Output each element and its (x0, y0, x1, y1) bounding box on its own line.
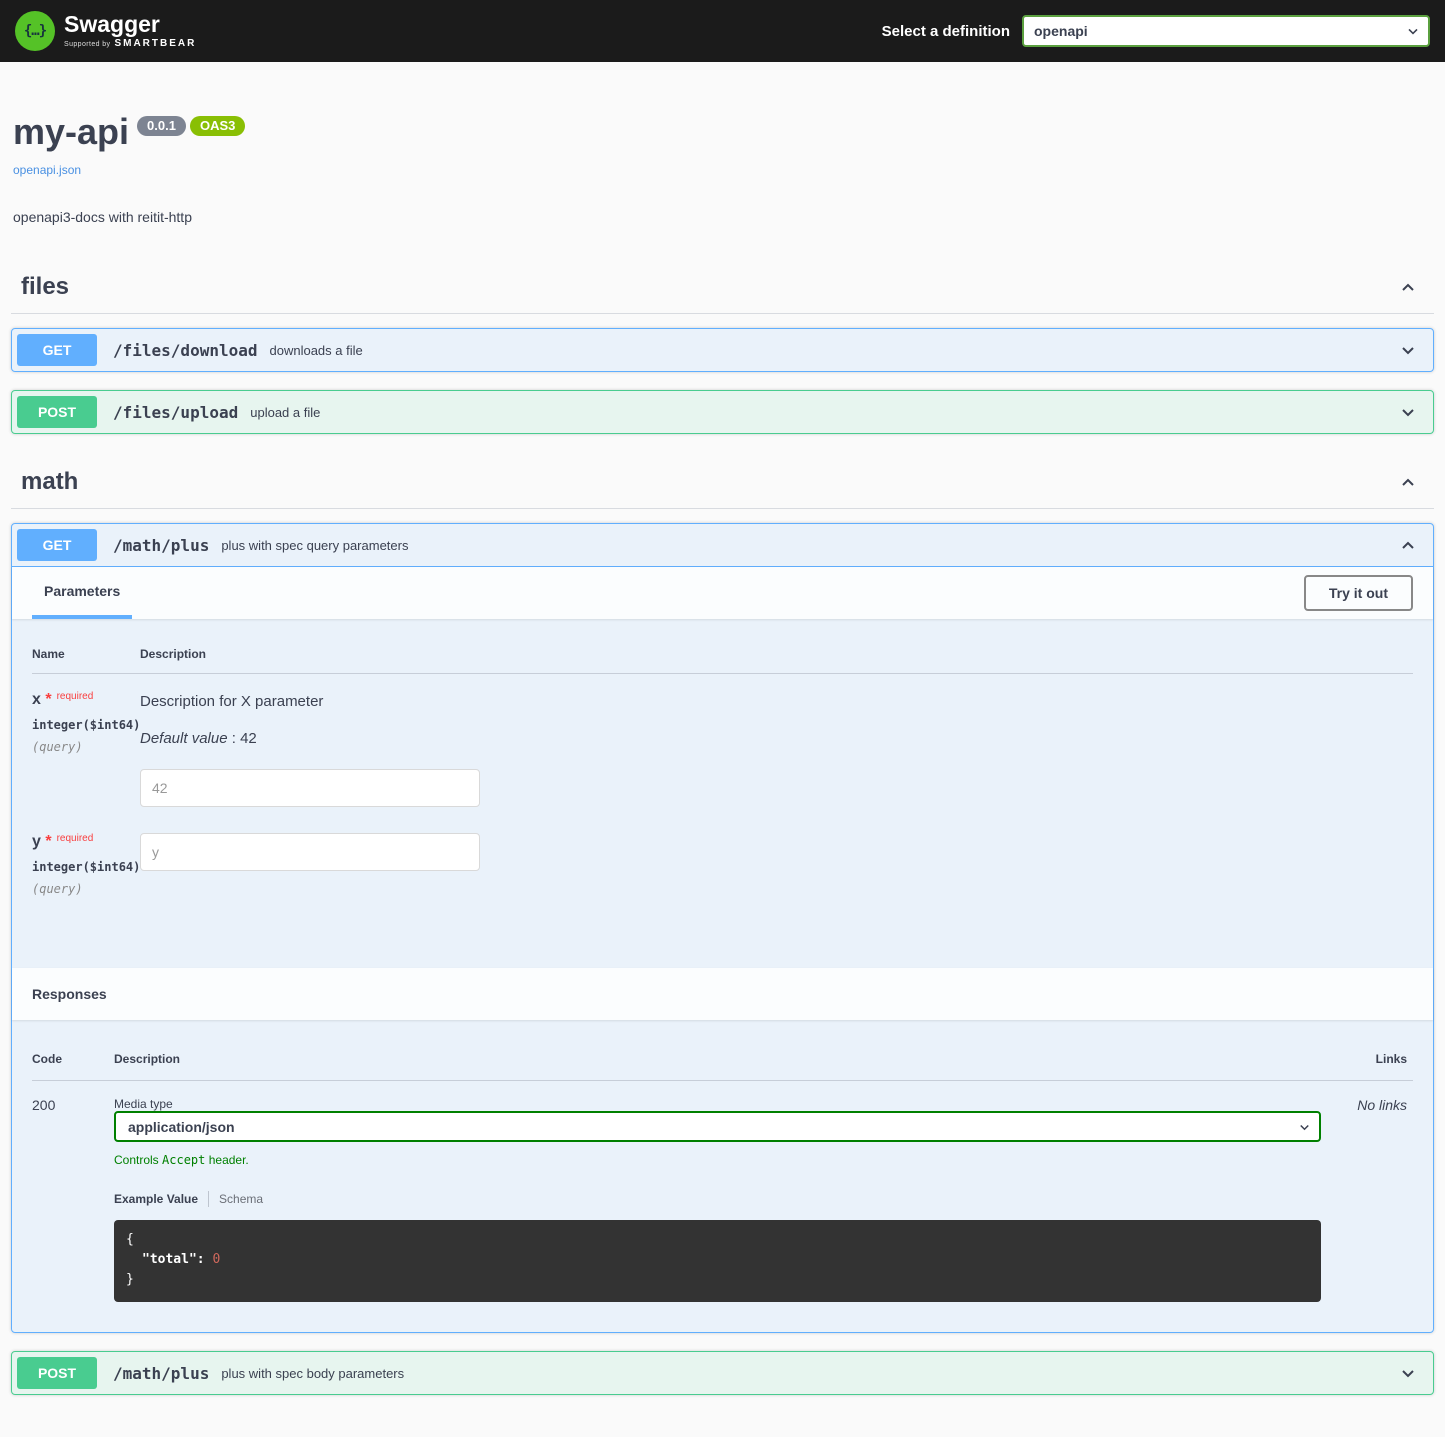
api-info: my-api 0.0.1OAS3 openapi.json openapi3-do… (11, 114, 1434, 225)
tab-schema[interactable]: Schema (219, 1192, 263, 1206)
description-column-header: Description (140, 647, 1413, 661)
tag-title-math: math (21, 468, 78, 496)
op-path: /math/plus (109, 536, 209, 555)
description-column-header: Description (114, 1052, 1321, 1066)
parameter-row-x: x *required integer($int64) (query) Desc… (32, 674, 1413, 807)
parameter-location: (query) (32, 882, 140, 896)
no-links-label: No links (1321, 1097, 1413, 1302)
op-summary-get-math-plus[interactable]: GET /math/plus plus with spec query para… (12, 524, 1433, 567)
opblock-post-math-plus: POST /math/plus plus with spec body para… (11, 1351, 1434, 1395)
tab-parameters[interactable]: Parameters (32, 567, 132, 619)
chevron-up-icon[interactable] (1392, 277, 1424, 297)
parameter-default: Default value : 42 (140, 730, 1413, 747)
response-row-200: 200 Media type application/json (32, 1081, 1413, 1302)
definition-select[interactable]: openapi (1022, 15, 1430, 47)
parameter-name: y *required (32, 833, 140, 851)
op-path: /files/upload (109, 403, 238, 422)
parameter-type: integer($int64) (32, 718, 140, 732)
select-definition-label: Select a definition (882, 23, 1010, 40)
tab-divider (208, 1191, 209, 1207)
op-description: upload a file (250, 405, 1376, 420)
tag-section-files: files GET /files/download downloads a fi… (11, 267, 1434, 434)
method-badge-get: GET (17, 529, 97, 561)
parameter-name: x *required (32, 691, 140, 709)
method-badge-post: POST (17, 396, 97, 428)
supported-by-label: Supported by (64, 41, 110, 48)
chevron-down-icon[interactable] (1388, 1363, 1428, 1383)
op-path: /math/plus (109, 1364, 209, 1383)
op-summary-post-files-upload[interactable]: POST /files/upload upload a file (12, 391, 1433, 433)
parameter-y-input[interactable] (140, 833, 480, 871)
tag-header-files[interactable]: files (11, 267, 1434, 314)
op-summary-post-math-plus[interactable]: POST /math/plus plus with spec body para… (12, 1352, 1433, 1394)
api-title-text: my-api (13, 111, 129, 152)
media-type-select[interactable]: application/json (114, 1111, 1321, 1142)
swagger-logo[interactable]: {…} Swagger Supported by SMARTBEAR (15, 11, 196, 51)
tab-example-value[interactable]: Example Value (114, 1192, 198, 1206)
required-asterisk: * (45, 691, 51, 708)
chevron-down-icon[interactable] (1388, 402, 1428, 422)
responses-container: Code Description Links 200 Media type ap… (12, 1020, 1433, 1332)
chevron-up-icon[interactable] (1392, 472, 1424, 492)
swagger-wordmark: Swagger Supported by SMARTBEAR (64, 13, 196, 49)
response-code: 200 (32, 1097, 114, 1302)
opblock-post-files-upload: POST /files/upload upload a file (11, 390, 1434, 434)
opblock-get-math-plus: GET /math/plus plus with spec query para… (11, 523, 1434, 1333)
code-number-value: 0 (212, 1252, 220, 1267)
op-description: downloads a file (270, 343, 1377, 358)
accept-header-note: Controls Accept header. (114, 1153, 1321, 1167)
topbar: {…} Swagger Supported by SMARTBEAR Selec… (0, 0, 1445, 62)
chevron-down-icon[interactable] (1388, 340, 1428, 360)
spec-link[interactable]: openapi.json (13, 163, 81, 177)
required-label: required (57, 833, 94, 844)
parameters-header: Parameters Try it out (12, 567, 1433, 619)
parameter-type: integer($int64) (32, 860, 140, 874)
op-description: plus with spec body parameters (221, 1366, 1376, 1381)
chevron-up-icon[interactable] (1388, 535, 1428, 555)
parameter-x-input[interactable] (140, 769, 480, 807)
code-column-header: Code (32, 1052, 114, 1066)
parameters-container: Name Description x *required integer($in… (12, 619, 1433, 968)
op-path: /files/download (109, 341, 258, 360)
required-asterisk: * (45, 833, 51, 850)
try-it-out-button[interactable]: Try it out (1304, 575, 1413, 611)
links-column-header: Links (1321, 1052, 1413, 1066)
media-type-label: Media type (114, 1097, 1321, 1111)
tag-title-files: files (21, 273, 69, 301)
op-summary-get-files-download[interactable]: GET /files/download downloads a file (12, 329, 1433, 371)
required-label: required (57, 691, 94, 702)
swagger-logo-icon: {…} (15, 11, 55, 51)
opblock-get-files-download: GET /files/download downloads a file (11, 328, 1434, 372)
smartbear-label: SMARTBEAR (114, 39, 196, 49)
name-column-header: Name (32, 647, 140, 661)
parameter-location: (query) (32, 740, 140, 754)
page-title: my-api 0.0.1OAS3 (13, 114, 1432, 150)
api-description: openapi3-docs with reitit-http (13, 209, 1432, 225)
op-description: plus with spec query parameters (221, 538, 1376, 553)
responses-header: Responses (12, 968, 1433, 1020)
tag-section-math: math GET /math/plus plus with spec query… (11, 462, 1434, 1395)
version-badge: 0.0.1 (137, 116, 186, 136)
definition-selector: Select a definition openapi (882, 15, 1430, 47)
responses-title: Responses (32, 968, 107, 1020)
method-badge-get: GET (17, 334, 97, 366)
tag-header-math[interactable]: math (11, 462, 1434, 509)
method-badge-post: POST (17, 1357, 97, 1389)
example-code-block: { "total": 0 } (114, 1220, 1321, 1302)
parameter-row-y: y *required integer($int64) (query) (32, 807, 1413, 896)
brand-name: Swagger (64, 11, 160, 37)
parameter-description: Description for X parameter (140, 693, 1413, 710)
oas3-badge: OAS3 (190, 116, 245, 136)
